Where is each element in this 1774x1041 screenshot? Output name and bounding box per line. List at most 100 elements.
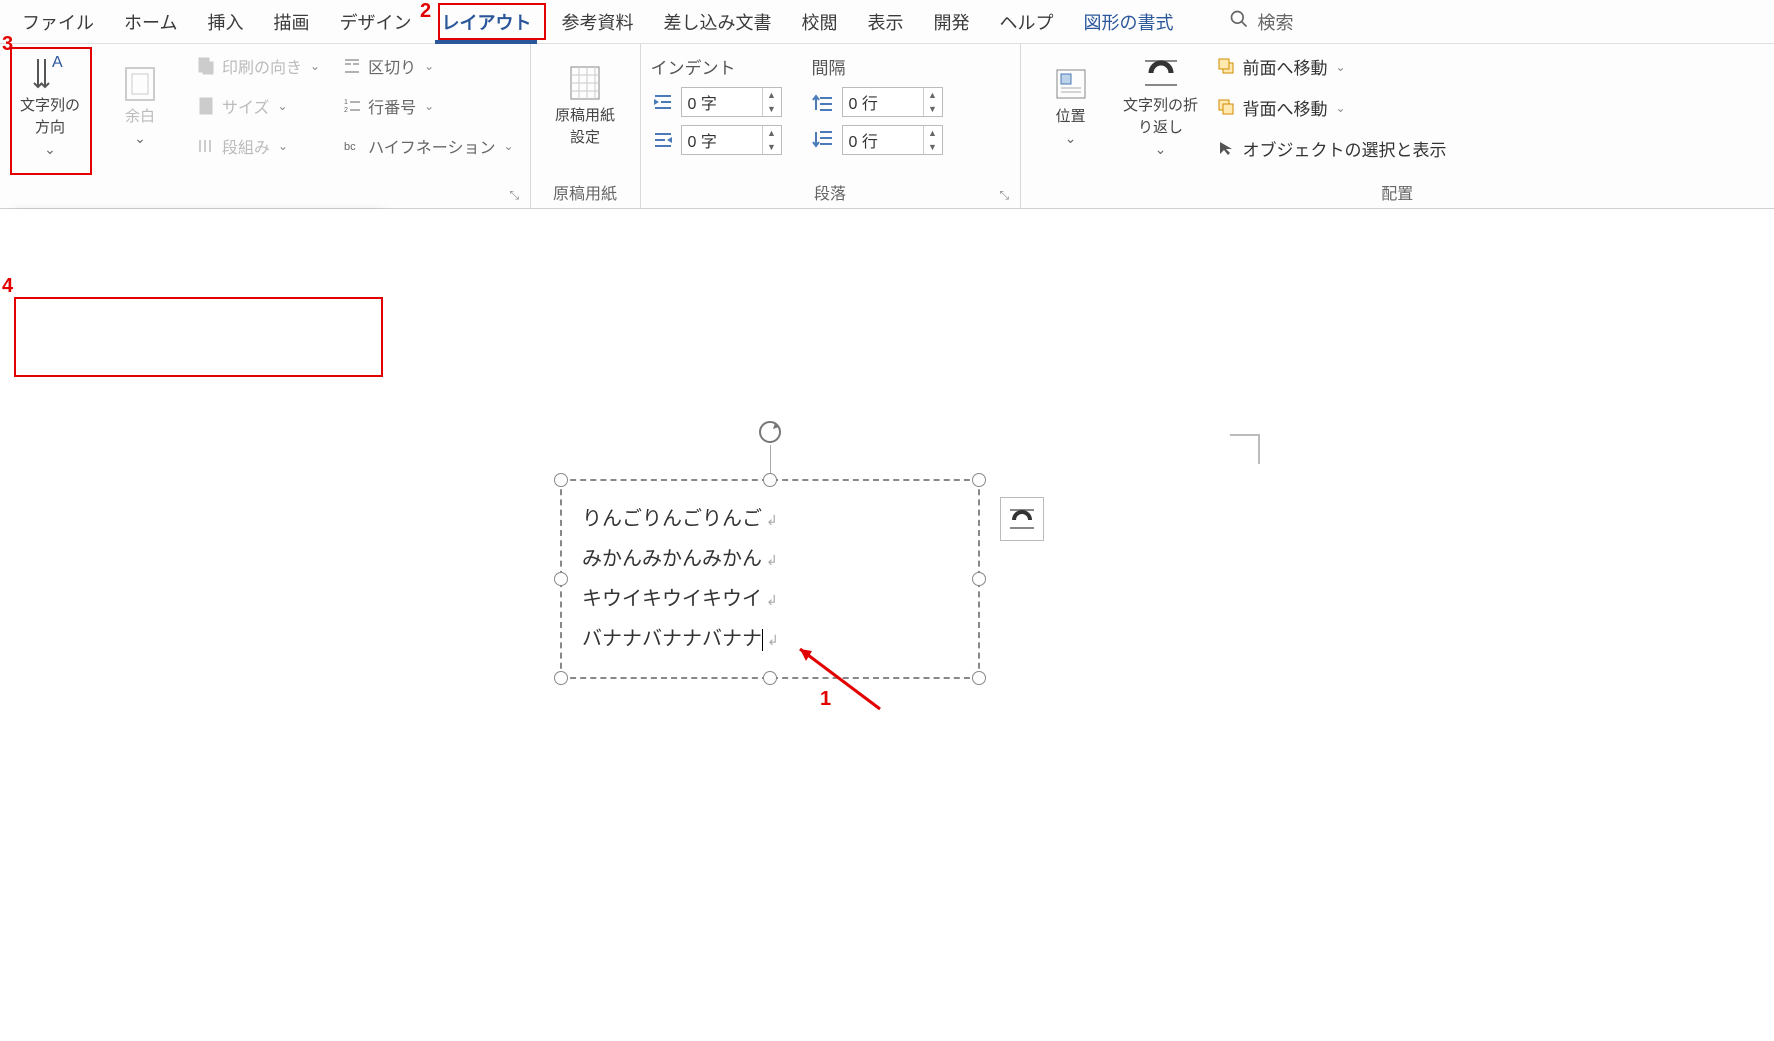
menu-review[interactable]: 校閲 [787,1,851,43]
svg-text:A: A [52,54,63,71]
margins-icon [120,64,160,104]
selection-pane-label: オブジェクトの選択と表示 [1243,136,1447,161]
indent-right-down[interactable]: ▼ [763,140,781,154]
spacing-before-down[interactable]: ▼ [924,102,942,116]
spacing-after-spinner[interactable]: ▲▼ [842,125,943,155]
rotate-handle[interactable] [757,419,783,445]
indent-left-input[interactable] [682,88,762,116]
textbox-line-3[interactable]: キウイキウイキウイ↲ [582,579,958,619]
spacing-after-icon [812,128,836,152]
textbox-selection[interactable]: りんごりんごりんご↲ みかんみかんみかん↲ キウイキウイキウイ↲ バナナバナナバ… [560,479,980,679]
paragraph-dialog-launcher[interactable]: ⤡ [1000,188,1016,204]
resize-handle-ml[interactable] [554,572,568,586]
resize-handle-bl[interactable] [554,671,568,685]
menu-home[interactable]: ホーム [110,1,191,43]
breaks-label: 区切り [368,54,416,78]
ribbon-group-page-setup: A 文字列の 方向 余白 [0,44,531,208]
manuscript-settings-button[interactable]: 原稿用紙 設定 [545,50,625,160]
resize-handle-tc[interactable] [763,473,777,487]
menu-draw[interactable]: 描画 [259,1,323,43]
breaks-icon [342,56,362,76]
margins-label: 余白 [125,108,155,126]
text-direction-button[interactable]: A 文字列の 方向 [10,50,90,160]
menu-view[interactable]: 表示 [853,1,917,43]
columns-button[interactable]: 段組み [190,130,326,162]
textbox-line-1[interactable]: りんごりんごりんご↲ [582,499,958,539]
text-direction-icon: A [30,53,70,93]
manuscript-label-2: 設定 [570,129,600,147]
page-setup-dialog-launcher[interactable]: ⤡ [510,188,526,204]
spacing-after-input[interactable] [843,126,923,154]
margins-button[interactable]: 余白 [100,50,180,160]
bring-forward-button[interactable]: 前面へ移動 [1211,50,1453,83]
menu-mailings[interactable]: 差し込み文書 [649,1,785,43]
menu-references[interactable]: 参考資料 [547,1,647,43]
indent-heading: インデント [651,50,782,87]
selection-pane-button[interactable]: オブジェクトの選択と表示 [1211,132,1453,165]
line-numbers-button[interactable]: 12 行番号 [336,90,519,122]
menu-developer[interactable]: 開発 [919,1,983,43]
resize-handle-br[interactable] [972,671,986,685]
resize-handle-tr[interactable] [972,473,986,487]
size-button[interactable]: サイズ [190,90,326,122]
indent-right-spinner[interactable]: ▲▼ [681,125,782,155]
spacing-before-input[interactable] [843,88,923,116]
spacing-after-down[interactable]: ▼ [924,140,942,154]
position-icon [1051,64,1091,104]
menu-file[interactable]: ファイル [8,1,108,43]
menubar: ファイル ホーム 挿入 描画 デザイン レイアウト 参考資料 差し込み文書 校閲… [0,0,1774,44]
hyphenation-button[interactable]: bc ハイフネーション [336,130,519,162]
resize-handle-bc[interactable] [763,671,777,685]
columns-icon [196,136,216,156]
breaks-button[interactable]: 区切り [336,50,519,82]
wrap-label-2: り返し [1138,119,1183,137]
manuscript-group-label: 原稿用紙 [541,176,630,204]
page-corner-mark [1230,434,1260,464]
hyphenation-label: ハイフネーション [368,134,495,158]
spacing-after-up[interactable]: ▲ [924,126,942,140]
textbox-line-4[interactable]: バナナバナナバナナ↲ [582,619,958,659]
search-group[interactable]: 検索 [1229,9,1293,35]
ribbon: A 文字列の 方向 余白 [0,44,1774,209]
send-backward-button[interactable]: 背面へ移動 [1211,91,1453,124]
menu-design[interactable]: デザイン [325,1,425,43]
layout-options-button[interactable] [1000,497,1044,541]
spacing-before-spinner[interactable]: ▲▼ [842,87,943,117]
indent-right-up[interactable]: ▲ [763,126,781,140]
text-wrap-button[interactable]: 文字列の折 り返し [1121,50,1201,160]
paragraph-group-label: 段落 [651,176,1010,204]
menu-layout[interactable]: レイアウト [427,1,545,43]
menu-shape-format[interactable]: 図形の書式 [1069,1,1187,43]
resize-handle-mr[interactable] [972,572,986,586]
send-backward-label: 背面へ移動 [1243,95,1328,120]
bring-forward-icon [1217,57,1237,77]
menu-insert[interactable]: 挿入 [193,1,257,43]
page-setup-group-label [10,200,520,204]
textbox[interactable]: りんごりんごりんご↲ みかんみかんみかん↲ キウイキウイキウイ↲ バナナバナナバ… [560,479,980,679]
orientation-button[interactable]: 印刷の向き [190,50,326,82]
line-numbers-label: 行番号 [368,94,416,118]
spacing-heading: 間隔 [812,50,943,87]
indent-left-up[interactable]: ▲ [763,88,781,102]
indent-right-input[interactable] [682,126,762,154]
resize-handle-tl[interactable] [554,473,568,487]
size-label: サイズ [222,94,270,118]
svg-text:bc: bc [344,141,356,153]
text-direction-label-1: 文字列の [20,97,80,115]
manuscript-icon [565,63,605,103]
orientation-icon [196,56,216,76]
indent-left-down[interactable]: ▼ [763,102,781,116]
document-area[interactable]: りんごりんごりんご↲ みかんみかんみかん↲ キウイキウイキウイ↲ バナナバナナバ… [0,209,1774,1041]
indent-left-spinner[interactable]: ▲▼ [681,87,782,117]
position-label: 位置 [1056,108,1086,126]
orientation-label: 印刷の向き [222,54,302,78]
size-icon [196,96,216,116]
menu-help[interactable]: ヘルプ [985,1,1067,43]
position-button[interactable]: 位置 [1031,50,1111,160]
wrap-label-1: 文字列の折 [1123,97,1198,115]
arrange-group-label: 配置 [1031,176,1764,204]
app-root: ファイル ホーム 挿入 描画 デザイン レイアウト 参考資料 差し込み文書 校閲… [0,0,1774,1041]
annotation-arrow-1 [790,639,890,722]
textbox-line-2[interactable]: みかんみかんみかん↲ [582,539,958,579]
spacing-before-up[interactable]: ▲ [924,88,942,102]
